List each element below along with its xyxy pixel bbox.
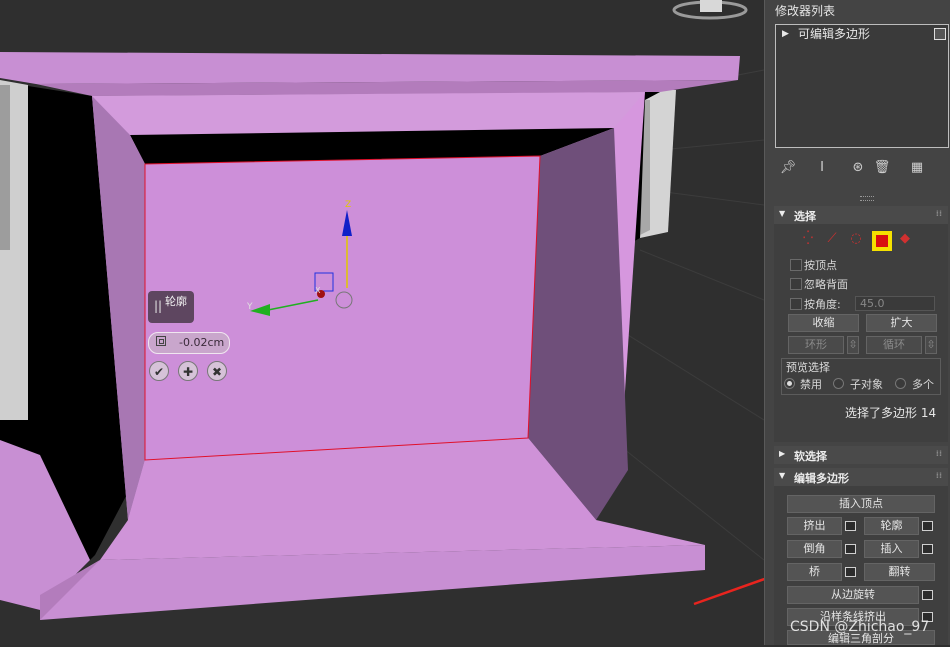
caddy-ok-button[interactable]: ✔ (149, 361, 169, 381)
grow-button[interactable]: 扩大 (866, 314, 937, 332)
angle-spinner[interactable]: 45.0 (855, 296, 935, 311)
outline-amount-field[interactable]: -0.02cm (148, 332, 230, 354)
panel-divider-grip[interactable] (860, 196, 874, 201)
watermark: CSDN @Zhichao_97 (790, 619, 930, 635)
preview-multi-radio[interactable] (895, 378, 906, 389)
by-angle-checkbox[interactable] (790, 298, 802, 310)
make-unique-icon[interactable]: ⊛ (849, 160, 867, 178)
outline-amount-icon (156, 336, 166, 346)
by-vertex-label: 按顶点 (804, 259, 837, 272)
edit-polygons-title: 编辑多边形 (794, 472, 849, 485)
x-axis-label: X (315, 286, 321, 295)
extrude-button[interactable]: 挤出 (787, 517, 842, 535)
outline-settings-icon[interactable] (922, 521, 933, 531)
preview-disabled-label: 禁用 (800, 378, 822, 391)
preview-multi-label: 多个 (912, 378, 934, 391)
edit-polygons-rollout-header[interactable]: ▼ 编辑多边形 ⁞⁞ (774, 468, 948, 486)
element-level-icon[interactable]: ◆ (897, 231, 913, 247)
selection-rollout-header[interactable]: ▼ 选择 ⁞⁞ (774, 206, 948, 224)
polygon-level-icon[interactable] (872, 231, 892, 251)
bevel-settings-icon[interactable] (845, 544, 856, 554)
selection-status: 选择了多边形 14 (845, 406, 937, 420)
outline-amount-value[interactable]: -0.02cm (179, 336, 224, 349)
insert-vertex-button[interactable]: 插入顶点 (787, 495, 935, 513)
configure-modifier-sets-icon[interactable]: ▦ (908, 160, 926, 178)
outline-button[interactable]: 轮廓 (864, 517, 919, 535)
stack-item-editable-poly[interactable]: ▶ 可编辑多边形 (778, 27, 946, 41)
border-level-icon[interactable]: ◌ (848, 231, 864, 247)
pin-stack-icon[interactable]: 📌︎ (779, 160, 797, 178)
rollout-grip-icon: ⁞⁞ (935, 449, 942, 458)
expand-triangle-icon[interactable]: ▶ (782, 27, 789, 41)
preview-subobject-label: 子对象 (850, 378, 883, 391)
selection-title: 选择 (794, 210, 816, 223)
inset-button[interactable]: 插入 (864, 540, 919, 558)
hinge-settings-icon[interactable] (922, 590, 933, 600)
preview-subobject-radio[interactable] (833, 378, 844, 389)
bevel-button[interactable]: 倒角 (787, 540, 842, 558)
caddy-cancel-button[interactable]: ✖ (207, 361, 227, 381)
scene-render (0, 0, 764, 645)
vertex-level-icon[interactable]: ⁛ (800, 231, 816, 247)
caddy-apply-button[interactable]: ✚ (178, 361, 198, 381)
modifier-stack[interactable]: ▶ 可编辑多边形 (775, 24, 949, 148)
bridge-settings-icon[interactable] (845, 567, 856, 577)
stack-item-label: 可编辑多边形 (798, 27, 871, 41)
shrink-button[interactable]: 收缩 (788, 314, 859, 332)
y-axis-label: Y (247, 302, 253, 312)
ignore-backfacing-label: 忽略背面 (804, 278, 848, 291)
bridge-button[interactable]: 桥 (787, 563, 842, 581)
ignore-backfacing-checkbox[interactable] (790, 278, 802, 290)
collapse-triangle-icon: ▼ (779, 209, 786, 218)
rollout-grip-icon: ⁞⁞ (935, 209, 942, 218)
loop-button[interactable]: 循环 (866, 336, 922, 354)
inset-settings-icon[interactable] (922, 544, 933, 554)
z-axis-label: Z (345, 200, 352, 210)
caddy-title-label: 轮廓 (165, 295, 187, 308)
loop-spinner-icon[interactable]: ⇳ (925, 336, 937, 354)
soft-selection-title: 软选择 (794, 450, 827, 463)
remove-modifier-icon[interactable]: 🗑︎ (873, 160, 891, 178)
toggle-box-icon[interactable] (934, 28, 946, 40)
extrude-settings-icon[interactable] (845, 521, 856, 531)
perspective-viewport[interactable]: Z Y X || 轮廓 -0.02cm ✔ ✚ ✖ (0, 0, 764, 645)
ring-spinner-icon[interactable]: ⇳ (847, 336, 859, 354)
modifier-list-label[interactable]: 修改器列表 (775, 2, 835, 19)
outline-caddy-title[interactable]: || 轮廓 (148, 291, 194, 323)
collapse-triangle-icon: ▼ (779, 471, 786, 480)
show-end-result-icon[interactable]: Ⅰ (813, 160, 831, 178)
by-vertex-checkbox[interactable] (790, 259, 802, 271)
expand-triangle-icon: ▶ (779, 449, 786, 458)
drag-grip-icon[interactable]: || (154, 299, 162, 313)
edge-level-icon[interactable]: ⟋ (824, 231, 840, 247)
rollout-grip-icon: ⁞⁞ (935, 471, 942, 480)
flip-button[interactable]: 翻转 (864, 563, 935, 581)
preview-selection-label: 预览选择 (786, 361, 830, 374)
by-angle-label: 按角度: (804, 298, 841, 311)
soft-selection-rollout-header[interactable]: ▶ 软选择 ⁞⁞ (774, 446, 948, 464)
ring-button[interactable]: 环形 (788, 336, 844, 354)
preview-disabled-radio[interactable] (784, 378, 795, 389)
hinge-from-edge-button[interactable]: 从边旋转 (787, 586, 919, 604)
